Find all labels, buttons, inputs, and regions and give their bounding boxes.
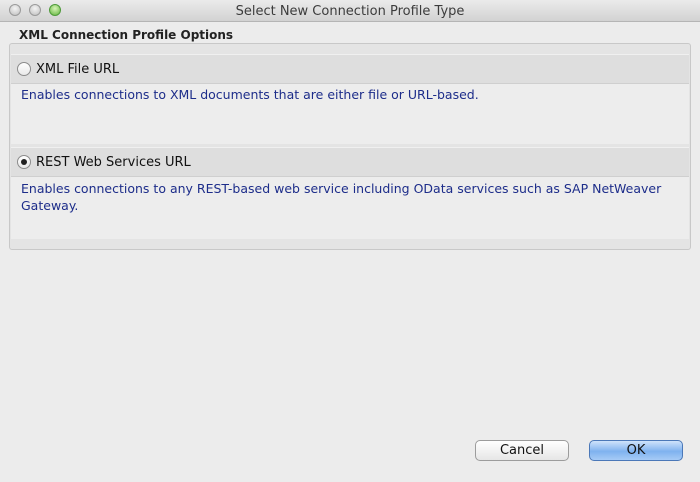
group-label: XML Connection Profile Options	[19, 28, 234, 42]
title-bar: Select New Connection Profile Type	[0, 0, 700, 22]
option-rest-web-services-url[interactable]: REST Web Services URL	[11, 147, 689, 177]
radio-xml-file-url[interactable]	[17, 62, 31, 76]
option-rest-web-services-url-label[interactable]: REST Web Services URL	[36, 155, 191, 170]
option-xml-file-url-label[interactable]: XML File URL	[36, 62, 119, 77]
option-rest-web-services-url-panel: Enables connections to any REST-based we…	[11, 177, 689, 239]
options-group: XML File URL Enables connections to XML …	[9, 43, 691, 250]
ok-button[interactable]: OK	[589, 440, 683, 461]
option-rest-web-services-url-description: Enables connections to any REST-based we…	[21, 181, 662, 213]
window-title: Select New Connection Profile Type	[235, 4, 465, 19]
radio-rest-web-services-url[interactable]	[17, 155, 31, 169]
option-xml-file-url-description: Enables connections to XML documents tha…	[21, 87, 479, 102]
option-xml-file-url-panel: Enables connections to XML documents tha…	[11, 84, 689, 144]
cancel-button[interactable]: Cancel	[475, 440, 569, 461]
option-xml-file-url[interactable]: XML File URL	[11, 54, 689, 84]
